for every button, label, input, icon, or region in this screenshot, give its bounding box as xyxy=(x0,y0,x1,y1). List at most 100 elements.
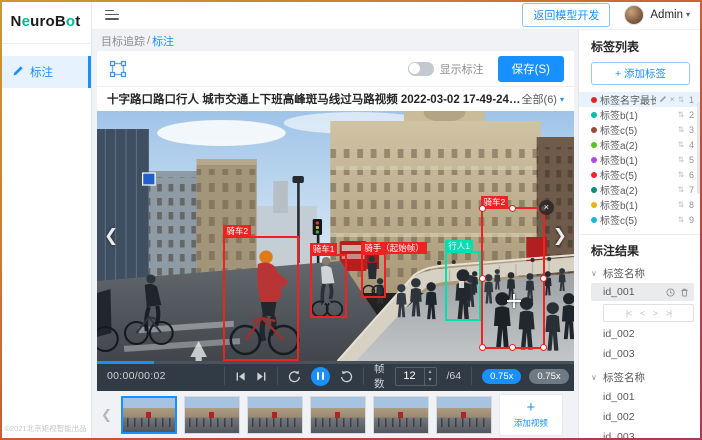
tag-list-item[interactable]: 标签名字最长数... × ⇅ 1 xyxy=(579,92,702,107)
resize-handle[interactable] xyxy=(509,205,516,212)
result-item-id: id_001 xyxy=(603,286,661,298)
prev-video-chevron-icon[interactable]: ❮ xyxy=(104,226,118,246)
pause-button[interactable] xyxy=(311,367,330,386)
tag-list-item[interactable]: 标签b(1) ⇅ 5 xyxy=(579,152,702,167)
tag-list-item[interactable]: 标签a(2) ⇅ 4 xyxy=(579,137,702,152)
tag-color-dot xyxy=(591,217,597,223)
prev-frame-icon[interactable] xyxy=(235,371,246,382)
tag-list-scrollbar[interactable] xyxy=(697,102,700,194)
tag-list-item[interactable]: 标签b(1) ⇅ 2 xyxy=(579,107,702,122)
menu-collapse-icon[interactable] xyxy=(104,8,120,22)
breadcrumb-parent[interactable]: 目标追踪 xyxy=(101,33,145,49)
tag-shortcut: 5 xyxy=(687,155,696,165)
filmstrip: ❮ + 添加视频 ❯ xyxy=(97,391,574,439)
result-group-name: 标签名称 xyxy=(603,370,645,385)
show-annotation-label: 显示标注 xyxy=(440,61,484,77)
tag-color-dot xyxy=(591,127,597,133)
crosshair-cursor-icon xyxy=(507,294,521,308)
add-video-button[interactable]: + 添加视频 xyxy=(499,394,563,436)
back-to-model-dev-button[interactable]: 返回模型开发 xyxy=(522,3,610,27)
tag-list-item[interactable]: 标签b(1) ⇅ 8 xyxy=(579,197,702,212)
logo-text-accent: e xyxy=(22,13,31,30)
frames-label: 帧数 xyxy=(374,361,385,391)
spin-up-icon[interactable]: ▲ xyxy=(425,368,436,377)
add-tag-button[interactable]: + 添加标签 xyxy=(591,62,690,85)
video-stage[interactable]: ❮ ❯ 骑车2 骑车1 骑手（起始帧） 行人1 xyxy=(97,111,574,361)
filmstrip-left-chevron-icon[interactable]: ❮ xyxy=(99,407,114,423)
next-video-chevron-icon[interactable]: ❯ xyxy=(553,226,567,246)
annotation-box[interactable]: 骑车1 xyxy=(310,254,347,318)
resize-handle[interactable] xyxy=(479,344,486,351)
tag-name: 标签b(1) xyxy=(600,107,675,122)
resize-handle[interactable] xyxy=(479,275,486,282)
result-group-name: 标签名称 xyxy=(603,266,645,281)
video-thumbnail[interactable] xyxy=(247,396,303,434)
annotation-box-selected[interactable]: 骑车2 × xyxy=(481,207,545,349)
history-icon[interactable] xyxy=(666,288,675,297)
save-button[interactable]: 保存(S) xyxy=(498,56,564,82)
tag-shortcut: 3 xyxy=(687,125,696,135)
caret-down-icon: ∨ xyxy=(591,373,599,382)
page-last-icon[interactable]: >| xyxy=(666,308,671,318)
video-thumbnail[interactable] xyxy=(184,396,240,434)
tag-name: 标签b(1) xyxy=(600,197,675,212)
speed-pill[interactable]: 0.75x xyxy=(529,369,568,384)
resize-handle[interactable] xyxy=(479,205,486,212)
result-item[interactable]: id_003 xyxy=(591,427,702,440)
bounding-box-tool-icon[interactable] xyxy=(107,58,129,80)
tag-list-item[interactable]: 标签c(5) ⇅ 3 xyxy=(579,122,702,137)
annotation-box-label: 骑车2 xyxy=(223,225,251,237)
annotation-box-label: 行人1 xyxy=(445,240,473,252)
user-menu[interactable]: Admin ▾ xyxy=(650,9,690,21)
annotation-box[interactable]: 行人1 xyxy=(445,251,480,321)
tag-list-item[interactable]: 标签c(5) ⇅ 9 xyxy=(579,212,702,227)
show-annotation-toggle[interactable] xyxy=(408,62,434,76)
result-item[interactable]: id_001 xyxy=(591,387,702,407)
edit-tag-icon[interactable] xyxy=(659,95,667,105)
video-title: 十字路口路口行人 城市交通上下班高峰斑马线过马路视频 2022-03-02 17… xyxy=(107,91,522,107)
page-next-icon[interactable]: > xyxy=(653,308,657,318)
frame-number-input[interactable] xyxy=(396,368,424,385)
tag-list-item[interactable]: 标签c(5) ⇅ 6 xyxy=(579,167,702,182)
sidebar-item-label: 标注 xyxy=(30,64,53,80)
page-first-icon[interactable]: |< xyxy=(626,308,631,318)
tag-name: 标签a(2) xyxy=(600,182,675,197)
annotation-box-label: 骑手（起始帧） xyxy=(361,242,427,254)
resize-handle[interactable] xyxy=(540,344,547,351)
player-controls: 00:00/00:02 帧数 xyxy=(97,361,574,391)
shortcut-icon: ⇅ xyxy=(678,215,684,224)
tag-name: 标签a(2) xyxy=(600,137,675,152)
page-prev-icon[interactable]: < xyxy=(640,308,644,318)
annotation-box[interactable]: 骑手（起始帧） xyxy=(361,253,386,298)
result-item[interactable]: id_002 xyxy=(591,407,702,427)
result-group-header[interactable]: ∨ 标签名称 xyxy=(591,266,702,281)
avatar[interactable] xyxy=(624,5,644,25)
trash-icon[interactable] xyxy=(680,288,689,297)
result-group-header[interactable]: ∨ 标签名称 xyxy=(591,370,702,385)
video-thumbnail[interactable] xyxy=(373,396,429,434)
tag-list-item[interactable]: 标签a(2) ⇅ 7 xyxy=(579,182,702,197)
sidebar-item-annotate[interactable]: 标注 xyxy=(0,56,91,88)
resize-handle[interactable] xyxy=(540,275,547,282)
speed-pill-active[interactable]: 0.75x xyxy=(482,369,521,384)
progress-bar[interactable] xyxy=(97,361,574,364)
result-item[interactable]: id_003 xyxy=(591,344,702,364)
video-thumbnail[interactable] xyxy=(310,396,366,434)
video-thumbnail-selected[interactable] xyxy=(121,396,177,434)
top-header: 返回模型开发 Admin ▾ xyxy=(92,0,702,30)
forward-10s-icon[interactable] xyxy=(340,370,353,383)
result-item-selected[interactable]: id_001 xyxy=(591,283,694,301)
replay-10s-icon[interactable] xyxy=(288,370,301,383)
delete-box-icon[interactable]: × xyxy=(539,200,554,215)
content: 目标追踪 / 标注 显示标注 保存(S) 十字 xyxy=(92,30,702,440)
result-item[interactable]: id_002 xyxy=(591,324,702,344)
video-thumbnail[interactable] xyxy=(436,396,492,434)
filter-dropdown[interactable]: 全部(6) ▾ xyxy=(522,91,564,107)
tag-color-dot xyxy=(591,187,597,193)
annotation-box[interactable]: 骑车2 xyxy=(223,236,299,361)
next-frame-icon[interactable] xyxy=(256,371,267,382)
tag-shortcut: 8 xyxy=(687,200,696,210)
delete-tag-icon[interactable]: × xyxy=(670,95,675,104)
tag-color-dot xyxy=(591,97,597,103)
spin-down-icon[interactable]: ▼ xyxy=(425,376,436,385)
